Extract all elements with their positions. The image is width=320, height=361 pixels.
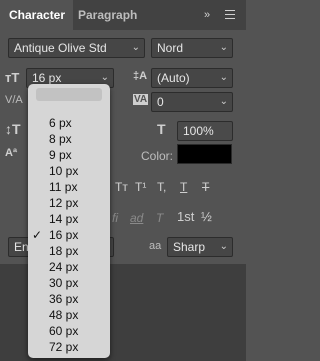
contextual-alternates-button[interactable]: ad [130,211,143,225]
size-option[interactable]: 24 px [28,259,110,275]
ligatures-button[interactable]: fi [112,211,118,225]
fractions-button[interactable]: ½ [201,209,212,224]
horizontal-scale-value: 100% [183,124,214,138]
leading-icon: ‡A [133,70,148,82]
antialias-icon: aa [149,240,162,252]
size-option-label: 9 px [49,148,72,162]
chevron-down-icon: ⌄ [131,42,140,53]
size-option-label: 60 px [49,324,79,338]
panel-tab-bar: Character Paragraph » [0,0,246,30]
font-family-dropdown[interactable]: Antique Olive Std ⌄ [8,38,145,58]
size-option[interactable]: 48 px [28,307,110,323]
size-option[interactable]: 11 px [28,179,110,195]
size-option[interactable]: 12 px [28,195,110,211]
antialias-value: Sharp [173,240,206,254]
kerning-icon: V/A [5,94,23,106]
superscript-button[interactable]: T¹ [135,180,146,194]
strikethrough-button[interactable]: T [202,180,209,194]
size-option-label: 10 px [49,164,79,178]
size-option[interactable]: 6 px [28,115,110,131]
vertical-scale-icon: ↕T [5,121,21,137]
leading-dropdown[interactable]: (Auto) ⌄ [151,68,233,88]
leading-value: (Auto) [157,71,190,85]
font-family-value: Antique Olive Std [14,41,107,55]
font-style-dropdown[interactable]: Nord ⌄ [151,38,233,58]
panel-menu-icon[interactable] [225,10,235,19]
chevron-down-icon: ⌄ [219,241,228,252]
size-option-label: 72 px [49,340,79,354]
size-option[interactable]: 9 px [28,147,110,163]
color-swatch[interactable] [177,144,232,164]
size-option[interactable]: 30 px [28,275,110,291]
horizontal-scale-field[interactable]: 100% [177,121,233,141]
underline-button[interactable]: T [180,180,187,194]
horizontal-scale-icon: T [157,121,166,137]
tracking-dropdown[interactable]: 0 ⌄ [151,92,233,112]
size-option-label: 14 px [49,212,79,226]
collapse-icon[interactable]: » [204,0,210,30]
tracking-icon: VA [133,94,149,105]
font-style-value: Nord [157,41,184,55]
size-option-label: 24 px [49,260,79,274]
size-option-label: 6 px [49,116,72,130]
tab-paragraph[interactable]: Paragraph [78,0,137,30]
subscript-button[interactable]: T, [157,180,166,194]
stylistic-alternates-button[interactable]: T [156,211,163,225]
font-size-value: 16 px [32,71,62,85]
language-value: En [14,240,29,254]
size-option-label: 12 px [49,196,79,210]
small-caps-button[interactable]: Tт [115,180,128,194]
size-option-label: 18 px [49,244,79,258]
chevron-down-icon: ⌄ [219,42,228,53]
size-option-label: 48 px [49,308,79,322]
size-option-label: 16 px [49,228,79,242]
size-option[interactable]: 14 px [28,211,110,227]
antialias-dropdown[interactable]: Sharp ⌄ [167,237,233,257]
size-option[interactable]: 10 px [28,163,110,179]
checkmark-icon: ✓ [32,228,43,242]
size-option[interactable]: 72 px [28,339,110,355]
color-label: Color: [141,149,174,163]
chevron-down-icon: ⌄ [219,96,228,107]
tab-character[interactable]: Character [0,0,73,30]
size-option[interactable]: ✓ 16 px [28,227,110,243]
popup-search-field[interactable] [36,88,102,101]
size-option-label: 36 px [49,292,79,306]
size-option[interactable]: 18 px [28,243,110,259]
chevron-down-icon: ⌄ [219,72,228,83]
size-option-label: 8 px [49,132,72,146]
baseline-shift-icon: Aª [5,147,18,159]
font-size-icon: тT [5,70,20,85]
tracking-value: 0 [157,95,164,109]
size-option-label: 11 px [49,180,78,194]
size-option[interactable]: 36 px [28,291,110,307]
size-option[interactable]: 8 px [28,131,110,147]
size-option-label: 30 px [49,276,79,290]
size-option[interactable]: 60 px [28,323,110,339]
font-size-popup-menu: 6 px 8 px 9 px 10 px 11 px 12 px 14 px ✓ 16 px 18… [28,84,110,358]
ordinals-button[interactable]: 1st [177,209,194,224]
